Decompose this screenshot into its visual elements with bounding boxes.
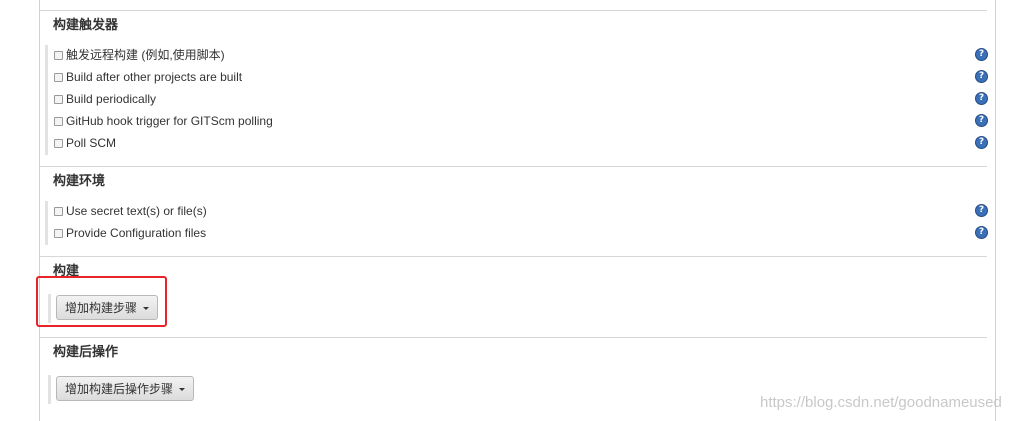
help-icon[interactable]: ? <box>975 226 988 239</box>
option-label: Poll SCM <box>66 136 117 150</box>
add-build-step-button[interactable]: 增加构建步骤 <box>56 295 159 320</box>
caret-down-icon <box>179 388 186 392</box>
option-label: 触发远程构建 (例如,使用脚本) <box>66 48 225 62</box>
option-poll-scm[interactable]: Poll SCM ? <box>48 133 990 155</box>
config-form: 构建触发器 触发远程构建 (例如,使用脚本) ? Build after oth… <box>39 0 996 421</box>
checkbox[interactable] <box>54 139 63 148</box>
build-triggers-options: 触发远程构建 (例如,使用脚本) ? Build after other pro… <box>45 45 990 155</box>
section-title-build-environment: 构建环境 <box>53 173 106 188</box>
add-post-build-step-wrap: 增加构建后操作步骤 <box>48 375 195 404</box>
option-github-hook-trigger[interactable]: GitHub hook trigger for GITScm polling ? <box>48 111 990 133</box>
section-divider <box>40 256 987 257</box>
option-use-secret-text[interactable]: Use secret text(s) or file(s) ? <box>48 201 990 223</box>
checkbox[interactable] <box>54 95 63 104</box>
option-trigger-remote[interactable]: 触发远程构建 (例如,使用脚本) ? <box>48 45 990 67</box>
watermark: https://blog.csdn.net/goodnameused <box>760 394 1002 411</box>
section-divider <box>40 166 987 167</box>
build-environment-options: Use secret text(s) or file(s) ? Provide … <box>45 201 990 245</box>
checkbox[interactable] <box>54 117 63 126</box>
option-label: Build after other projects are built <box>66 70 243 84</box>
add-build-step-label: 增加构建步骤 <box>65 301 138 315</box>
add-post-build-step-label: 增加构建后操作步骤 <box>65 382 174 396</box>
option-build-after-other-projects[interactable]: Build after other projects are built ? <box>48 67 990 89</box>
help-icon[interactable]: ? <box>975 48 988 61</box>
section-title-build: 构建 <box>53 263 80 278</box>
help-icon[interactable]: ? <box>975 92 988 105</box>
help-icon[interactable]: ? <box>975 114 988 127</box>
option-label: Provide Configuration files <box>66 226 207 240</box>
checkbox[interactable] <box>54 73 63 82</box>
caret-down-icon <box>143 307 150 311</box>
add-build-step-wrap: 增加构建步骤 <box>48 294 159 323</box>
section-title-build-triggers: 构建触发器 <box>53 17 119 32</box>
option-label: Build periodically <box>66 92 157 106</box>
section-divider <box>40 337 987 338</box>
option-label: Use secret text(s) or file(s) <box>66 204 207 218</box>
add-post-build-step-button[interactable]: 增加构建后操作步骤 <box>56 376 195 401</box>
section-divider <box>40 10 987 11</box>
checkbox[interactable] <box>54 229 63 238</box>
section-title-post-build-actions: 构建后操作 <box>53 344 119 359</box>
help-icon[interactable]: ? <box>975 136 988 149</box>
checkbox[interactable] <box>54 51 63 60</box>
help-icon[interactable]: ? <box>975 204 988 217</box>
option-build-periodically[interactable]: Build periodically ? <box>48 89 990 111</box>
checkbox[interactable] <box>54 207 63 216</box>
option-provide-configuration-files[interactable]: Provide Configuration files ? <box>48 223 990 245</box>
option-label: GitHub hook trigger for GITScm polling <box>66 114 273 128</box>
help-icon[interactable]: ? <box>975 70 988 83</box>
